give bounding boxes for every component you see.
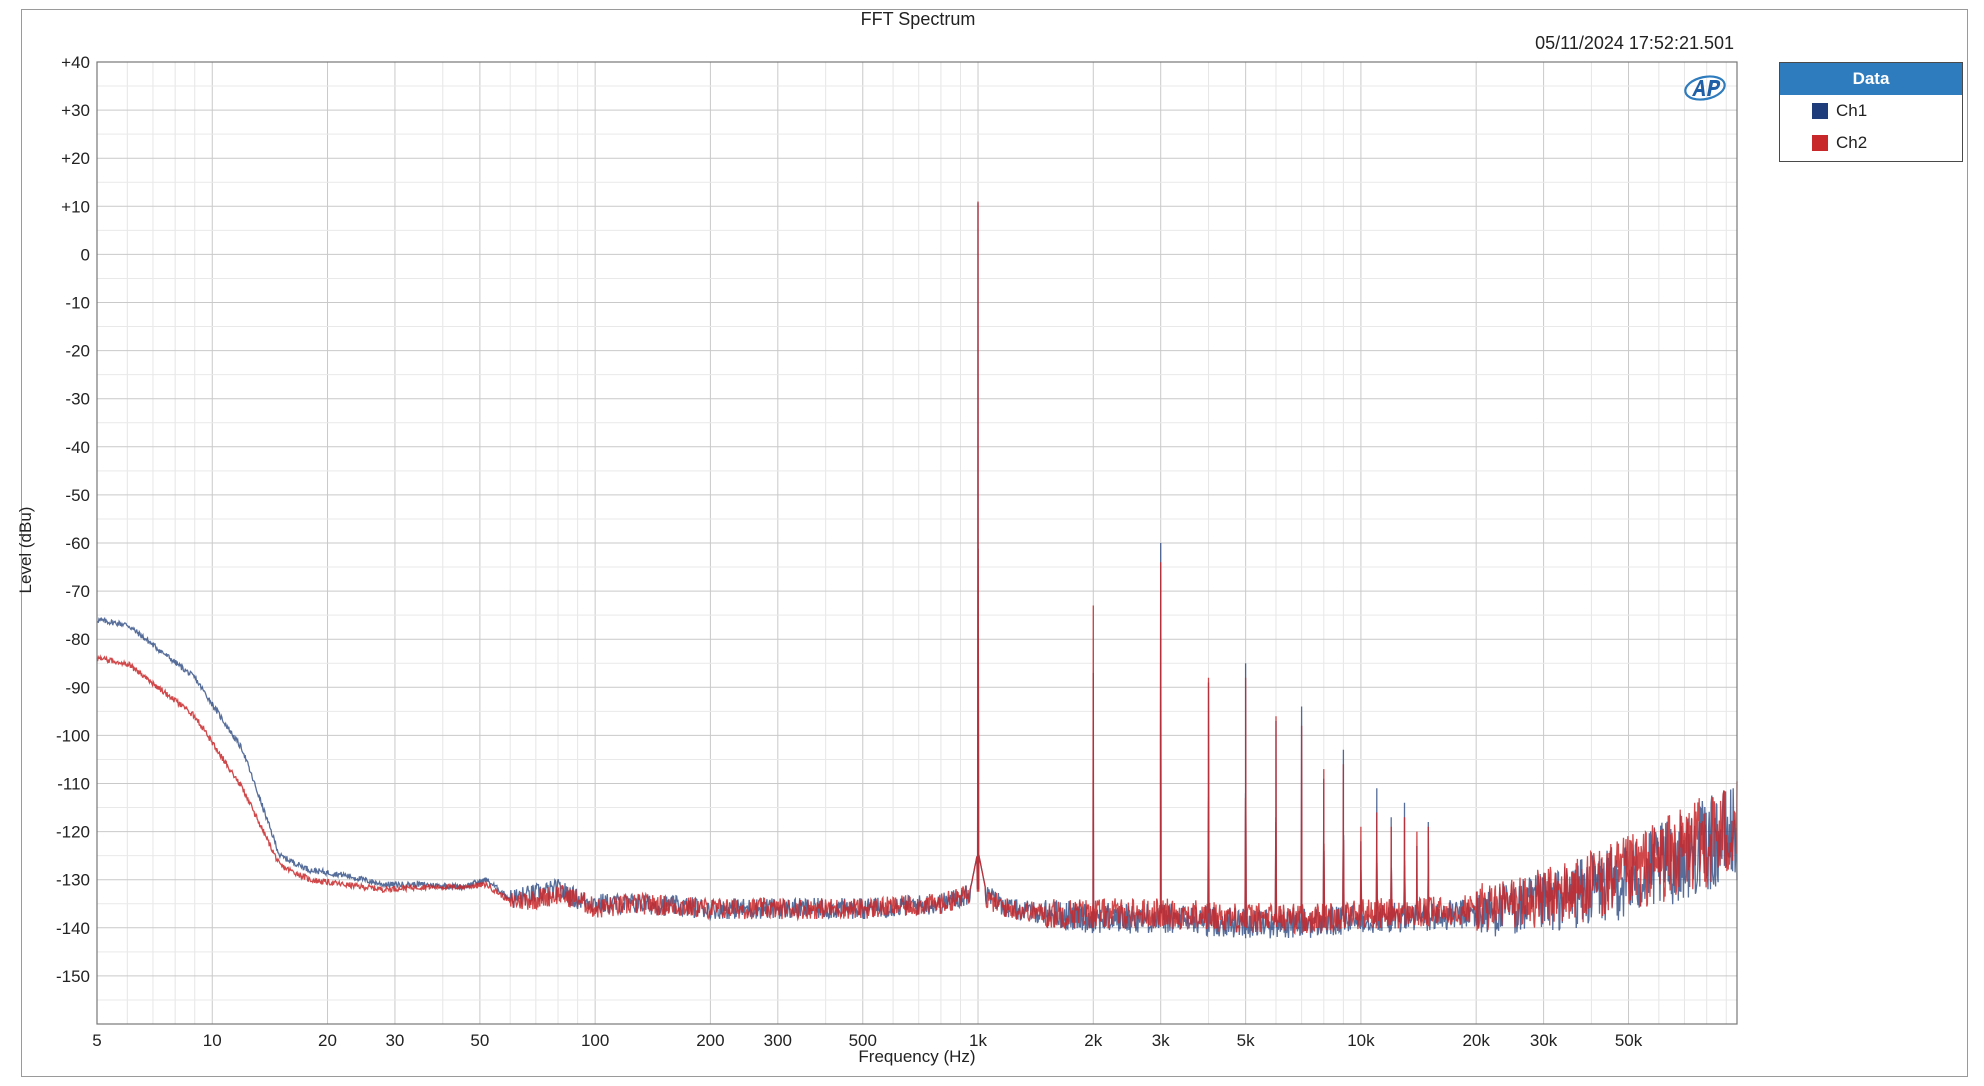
y-tick-label: -30 <box>65 390 90 409</box>
y-tick-label: -130 <box>56 871 90 890</box>
y-tick-label: -70 <box>65 582 90 601</box>
legend-label: Ch2 <box>1836 133 1868 152</box>
y-tick-label: -60 <box>65 534 90 553</box>
y-tick-label: -80 <box>65 630 90 649</box>
y-tick-label: +40 <box>61 53 90 72</box>
legend-label: Ch1 <box>1836 101 1868 120</box>
legend-swatch-ch2 <box>1812 135 1828 151</box>
legend-swatch-ch1 <box>1812 103 1828 119</box>
y-tick-label: -40 <box>65 438 90 457</box>
ap-logo-icon <box>1684 75 1726 101</box>
series-layer <box>96 201 1738 939</box>
y-tick-label: -10 <box>65 294 90 313</box>
y-axis-title-text: Level (dBu) <box>16 506 35 594</box>
y-tick-label: -20 <box>65 342 90 361</box>
y-tick-label: -150 <box>56 967 90 986</box>
y-tick-label: -50 <box>65 486 90 505</box>
legend-item-ch2[interactable]: Ch2 <box>1780 127 1962 159</box>
y-tick-label: 0 <box>81 245 90 264</box>
y-tick-label: -140 <box>56 919 90 938</box>
plot-area[interactable]: 5 10 20 30 50 100 200 300 500 1k 2k 3k 5k 10k 20k 30k 50… <box>0 0 1984 1086</box>
x-axis-title: Frequency (Hz) <box>858 1047 976 1066</box>
y-tick-label: -90 <box>65 678 90 697</box>
y-tick-label: +20 <box>61 149 90 168</box>
legend-item-ch1[interactable]: Ch1 <box>1780 95 1962 127</box>
y-tick-label: +10 <box>61 197 90 216</box>
legend: Data Ch1 Ch2 <box>1779 62 1963 162</box>
y-tick-label: -120 <box>56 823 90 842</box>
legend-title: Data <box>1780 63 1962 95</box>
y-tick-label: -110 <box>57 775 90 794</box>
y-tick-label: -100 <box>56 726 90 745</box>
series-line-ch1 <box>96 202 1738 939</box>
grid <box>96 61 1737 1025</box>
y-tick-label: +30 <box>61 101 90 120</box>
